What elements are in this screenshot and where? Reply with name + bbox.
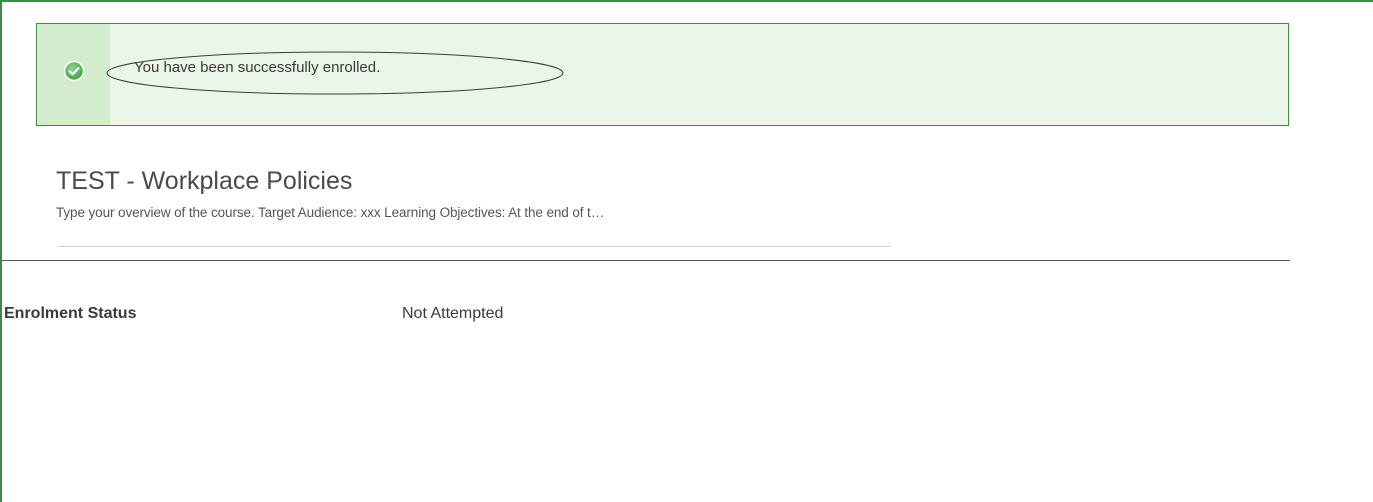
check-circle-icon	[63, 60, 85, 82]
enrolment-status-value: Not Attempted	[402, 305, 504, 322]
alert-message: You have been successfully enrolled.	[134, 59, 381, 76]
course-title: TEST - Workplace Policies	[56, 167, 353, 195]
page-frame: You have been successfully enrolled. TES…	[0, 0, 1373, 502]
course-description: Type your overview of the course. Target…	[56, 205, 605, 220]
enrolment-status-label: Enrolment Status	[4, 305, 137, 322]
section-divider	[2, 260, 1290, 261]
success-alert: You have been successfully enrolled.	[36, 23, 1289, 126]
description-divider	[58, 246, 891, 247]
